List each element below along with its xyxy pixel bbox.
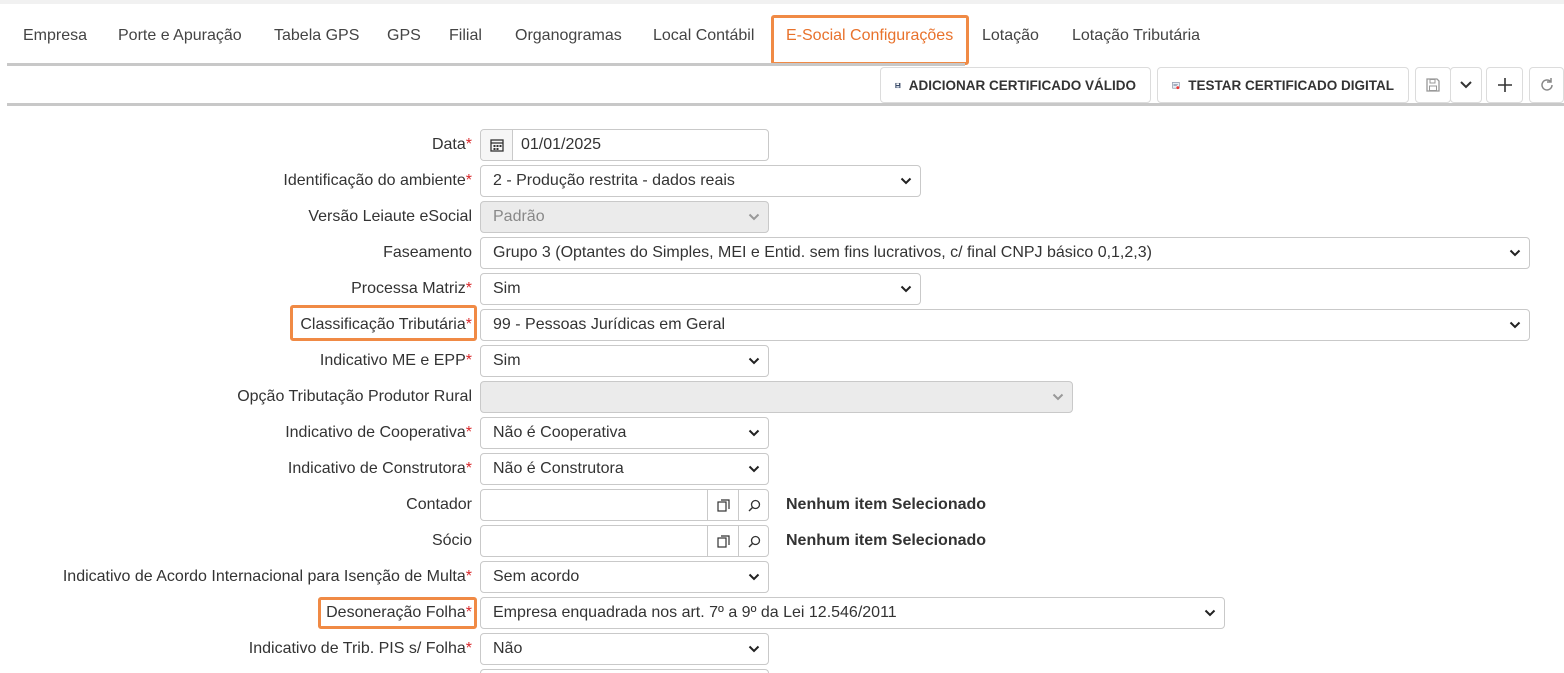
ambiente-value: 2 - Produção restrita - dados reais [493,172,735,189]
refresh-icon [1540,78,1553,91]
construtora-value: Não é Construtora [493,460,624,477]
tab-tabela-gps[interactable]: Tabela GPS [274,27,359,45]
versao-value: Padrão [493,208,545,225]
socio-search-button[interactable] [738,525,769,557]
socio-label: Sócio [431,532,472,549]
processa-matriz-select[interactable]: Sim [480,273,921,305]
chevron-down-icon [1052,393,1064,401]
contador-copy-button[interactable] [707,489,738,521]
versao-select[interactable]: Padrão [480,201,769,233]
data-date-input[interactable]: 01/01/2025 [480,129,769,161]
faseamento-value: Grupo 3 (Optantes do Simples, MEI e Enti… [493,244,1152,261]
produtor-rural-label: Opção Tributação Produtor Rural [237,388,472,405]
certificate-icon [1172,81,1180,89]
ambiente-label: Identificação do ambiente* [283,172,472,189]
active-tab-highlight [771,15,969,65]
certificate-save-icon [895,82,901,88]
toolbar-divider [7,103,1564,106]
save-icon [1426,78,1440,92]
chevron-down-icon [1509,249,1521,257]
chevron-down-icon [748,429,760,437]
next-field-partial[interactable] [480,669,769,673]
cooperativa-select[interactable]: Não é Cooperativa [480,417,769,449]
chevron-down-icon [748,645,760,653]
faseamento-label: Faseamento [383,244,472,261]
chevron-down-icon [748,573,760,581]
data-value: 01/01/2025 [521,136,602,153]
calendar-icon [489,139,504,152]
desoneracao-value: Empresa enquadrada nos art. 7º a 9º da L… [493,604,897,621]
socio-copy-button[interactable] [707,525,738,557]
tab-porte-apuracao[interactable]: Porte e Apuração [118,27,242,45]
contador-info: Nenhum item Selecionado [786,496,987,513]
desoneracao-select[interactable]: Empresa enquadrada nos art. 7º a 9º da L… [480,597,1225,629]
contador-search-button[interactable] [738,489,769,521]
chevron-down-icon [748,213,760,221]
calendar-button[interactable] [481,130,513,160]
contador-input[interactable] [480,489,769,521]
cooperativa-value: Não é Cooperativa [493,424,627,441]
acordo-select[interactable]: Sem acordo [480,561,769,593]
top-divider [0,0,1564,4]
tab-local-contabil[interactable]: Local Contábil [653,27,754,45]
save-options-dropdown[interactable] [1450,67,1482,103]
pis-label: Indicativo de Trib. PIS s/ Folha* [248,640,472,657]
chevron-down-icon [748,357,760,365]
processa-matriz-label: Processa Matriz* [351,280,472,297]
test-certificate-button[interactable]: TESTAR CERTIFICADO DIGITAL [1157,67,1409,103]
plus-icon [1497,78,1512,92]
chevron-down-icon [748,465,760,473]
tabs-divider [7,63,965,66]
chevron-down-icon [1509,321,1521,329]
copy-icon [716,534,730,548]
classificacao-value: 99 - Pessoas Jurídicas em Geral [493,316,726,333]
desoneracao-label: Desoneração Folha* [326,604,472,621]
me-epp-select[interactable]: Sim [480,345,769,377]
tab-empresa[interactable]: Empresa [23,27,87,45]
processa-matriz-value: Sim [493,280,521,297]
search-icon [748,499,760,511]
socio-info: Nenhum item Selecionado [786,532,987,549]
me-epp-value: Sim [493,352,521,369]
pis-value: Não [493,640,523,657]
construtora-select[interactable]: Não é Construtora [480,453,769,485]
chevron-down-icon [900,285,912,293]
tab-filial[interactable]: Filial [449,27,482,45]
tab-lotacao[interactable]: Lotação [982,27,1039,45]
tab-organogramas[interactable]: Organogramas [515,27,622,45]
save-button[interactable] [1415,67,1451,103]
contador-label: Contador [406,496,472,513]
data-label: Data* [431,136,472,153]
add-button[interactable] [1486,67,1523,103]
versao-label: Versão Leiaute eSocial [308,208,472,225]
tab-gps[interactable]: GPS [387,27,421,45]
chevron-down-icon [1204,609,1216,617]
classificacao-label: Classificação Tributária* [300,316,472,333]
copy-icon [716,498,730,512]
ambiente-select[interactable]: 2 - Produção restrita - dados reais [480,165,921,197]
add-certificate-label: ADICIONAR CERTIFICADO VÁLIDO [908,77,1136,93]
faseamento-select[interactable]: Grupo 3 (Optantes do Simples, MEI e Enti… [480,237,1530,269]
add-certificate-button[interactable]: ADICIONAR CERTIFICADO VÁLIDO [880,67,1151,103]
construtora-label: Indicativo de Construtora* [287,460,472,477]
cooperativa-label: Indicativo de Cooperativa* [285,424,472,441]
acordo-value: Sem acordo [493,568,580,585]
socio-input[interactable] [480,525,769,557]
test-certificate-label: TESTAR CERTIFICADO DIGITAL [1188,77,1394,93]
classificacao-select[interactable]: 99 - Pessoas Jurídicas em Geral [480,309,1530,341]
pis-select[interactable]: Não [480,633,769,665]
acordo-label: Indicativo de Acordo Internacional para … [62,568,472,585]
chevron-down-icon [900,177,912,185]
me-epp-label: Indicativo ME e EPP* [319,352,472,369]
refresh-button[interactable] [1529,67,1564,103]
chevron-down-icon [1460,81,1472,89]
produtor-rural-select[interactable] [480,381,1073,413]
tab-lotacao-tributaria[interactable]: Lotação Tributária [1072,27,1200,45]
search-icon [748,535,760,547]
